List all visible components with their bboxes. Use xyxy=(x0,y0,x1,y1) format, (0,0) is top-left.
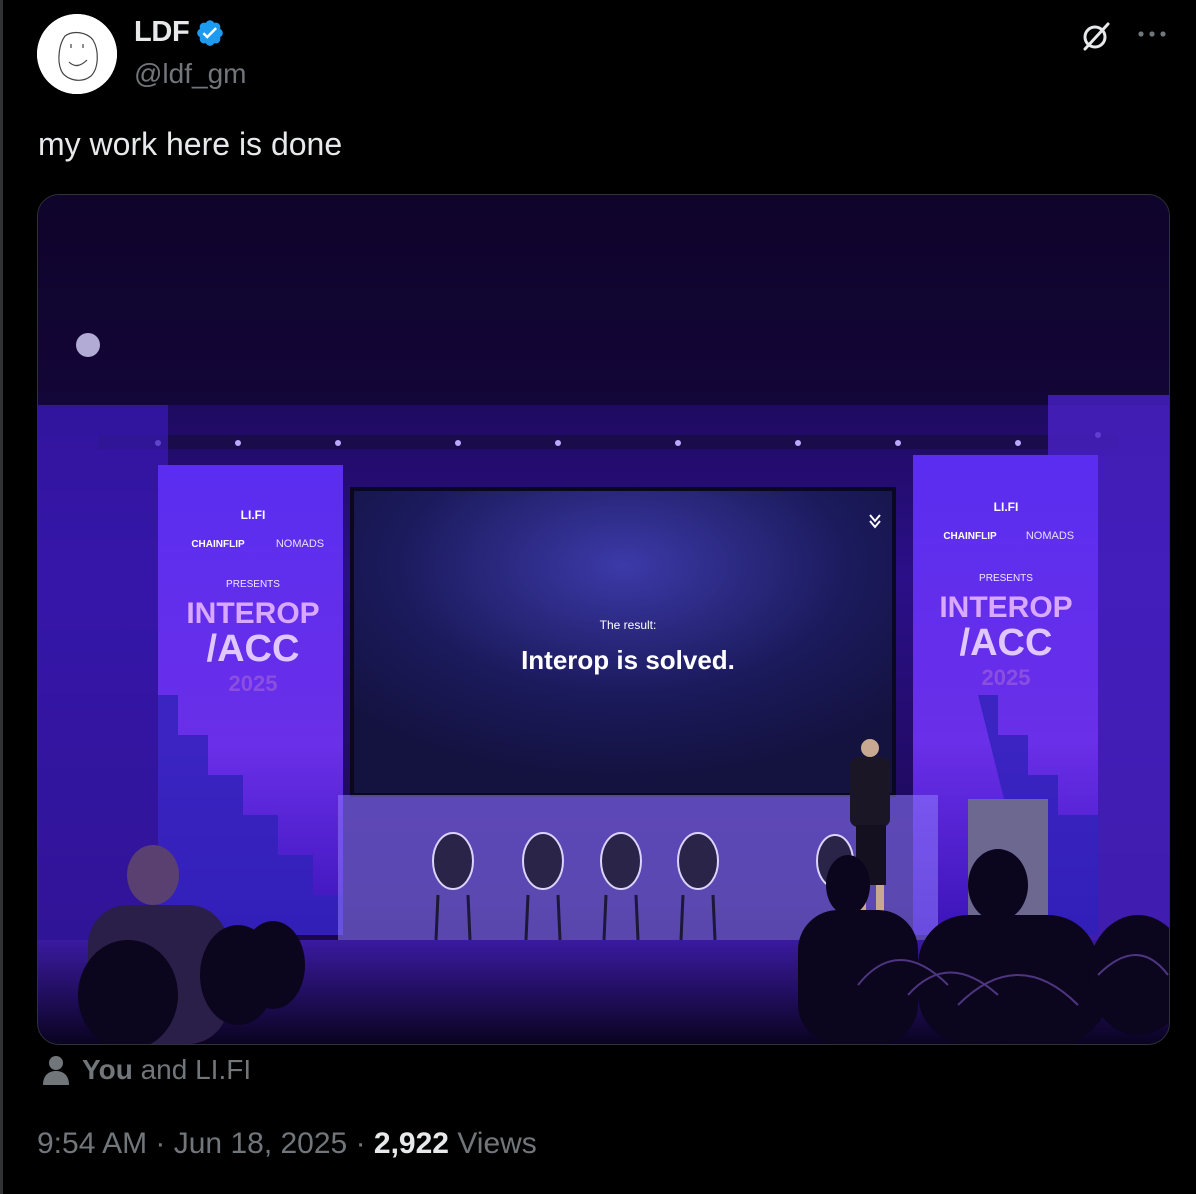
banner-right-title2: /ACC xyxy=(960,622,1053,664)
post-date[interactable]: Jun 18, 2025 xyxy=(174,1127,347,1161)
meta-separator: · xyxy=(147,1127,174,1160)
more-icon[interactable] xyxy=(1135,24,1169,44)
stage-photo-illustration: LI.FI CHAINFLIP NOMADS PRESENTS INTEROP … xyxy=(38,195,1169,1044)
banner-right-title1: INTEROP xyxy=(939,591,1072,624)
grok-icon[interactable] xyxy=(1080,20,1112,52)
tagged-text: You and LI.FI xyxy=(82,1054,251,1086)
banner-left-presents: PRESENTS xyxy=(226,579,280,590)
banner-left-title2: /ACC xyxy=(207,628,300,670)
banner-right-brand: LI.FI xyxy=(994,500,1019,514)
verified-badge-icon[interactable] xyxy=(195,18,225,48)
tagged-users[interactable]: You and LI.FI xyxy=(42,1054,251,1086)
slide-headline: Interop is solved. xyxy=(521,645,735,675)
banner-left-title1: INTEROP xyxy=(186,597,319,630)
views-count: 2,922 xyxy=(373,1127,449,1160)
post-meta: 9:54 AM · Jun 18, 2025 · 2,922 Views xyxy=(37,1127,537,1161)
banner-left-sponsor2: NOMADS xyxy=(276,538,324,550)
person-icon xyxy=(43,1056,69,1085)
post-time[interactable]: 9:54 AM xyxy=(37,1127,147,1161)
banner-left-year: 2025 xyxy=(229,671,278,696)
post-photo[interactable]: LI.FI CHAINFLIP NOMADS PRESENTS INTEROP … xyxy=(37,194,1170,1045)
views-label: Views xyxy=(448,1127,537,1160)
meta-separator: · xyxy=(347,1127,374,1160)
banner-left-sponsor1: CHAINFLIP xyxy=(191,539,245,550)
tagged-you: You xyxy=(82,1054,133,1085)
author-name[interactable]: LDF xyxy=(134,16,190,49)
banner-right-presents: PRESENTS xyxy=(979,573,1033,584)
author-handle[interactable]: @ldf_gm xyxy=(134,58,246,90)
post-text: my work here is done xyxy=(38,126,343,162)
banner-right-year: 2025 xyxy=(982,665,1031,690)
avatar-drawing xyxy=(37,14,117,94)
banner-left-brand: LI.FI xyxy=(241,508,266,522)
banner-right-sponsor1: CHAINFLIP xyxy=(943,531,997,542)
banner-right-sponsor2: NOMADS xyxy=(1026,530,1074,542)
timeline-border xyxy=(0,0,3,1194)
avatar[interactable] xyxy=(37,14,117,94)
slide-small-text: The result: xyxy=(600,618,657,632)
tagged-rest: and LI.FI xyxy=(132,1054,252,1085)
